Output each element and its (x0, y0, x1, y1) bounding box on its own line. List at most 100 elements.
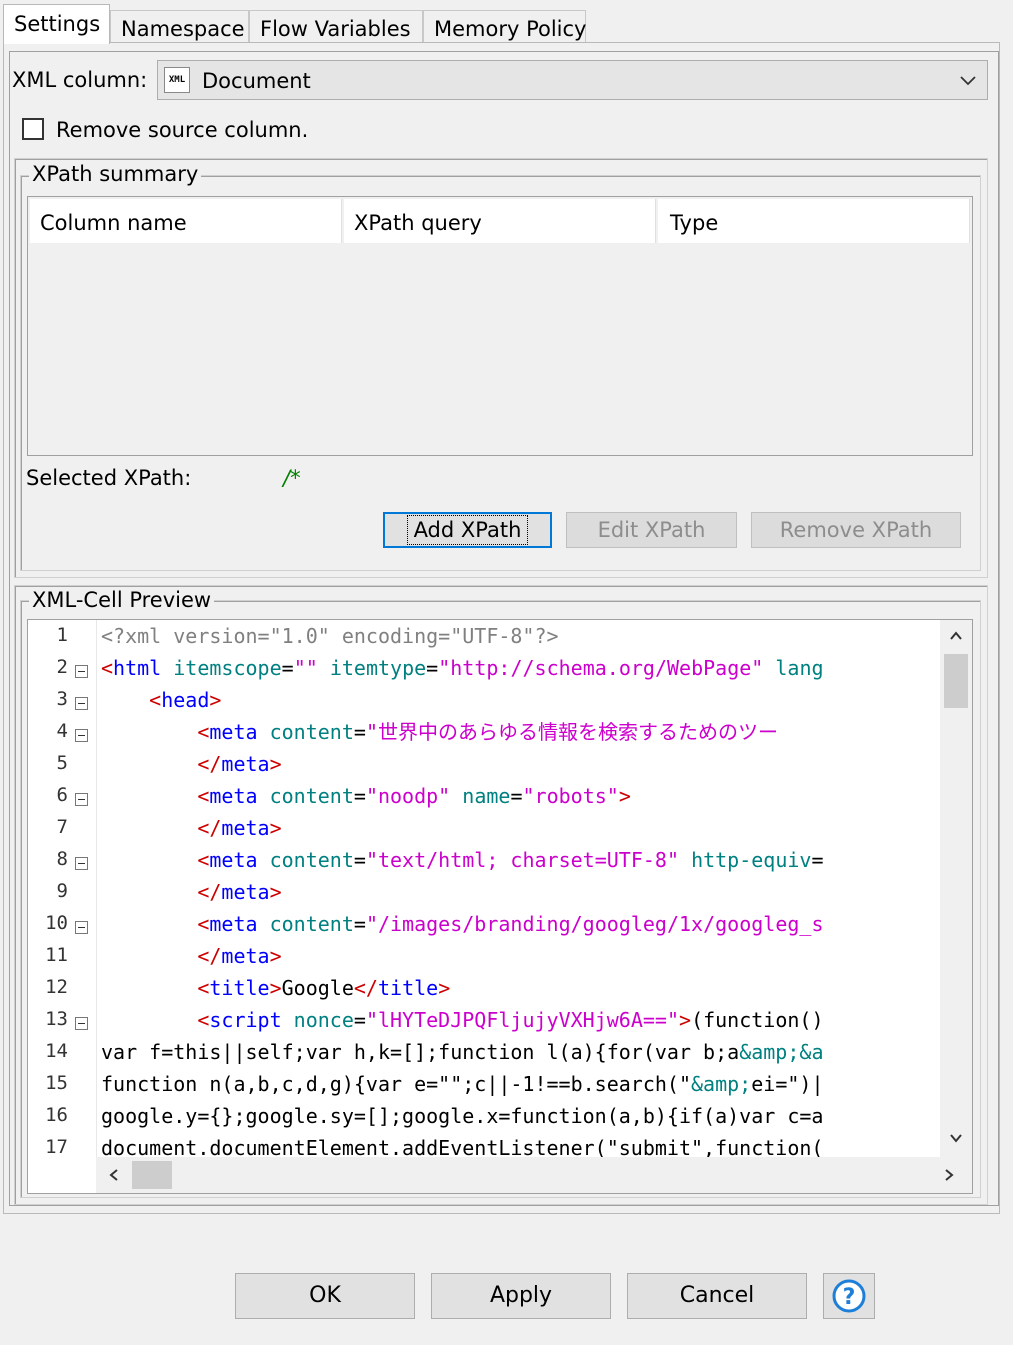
selected-xpath-label: Selected XPath: (26, 466, 192, 490)
help-glyph: ? (843, 1285, 856, 1310)
remove-xpath-button[interactable]: Remove XPath (751, 512, 961, 548)
code-token: function n(a,b,c,d,g){var e="";c||-1!==b… (101, 1072, 692, 1096)
code-token: </ (353, 976, 378, 1000)
xpath-table[interactable]: Column name XPath query Type (27, 196, 973, 456)
fold-toggle-icon[interactable] (75, 857, 88, 870)
xml-column-select[interactable]: XML Document (157, 60, 988, 100)
code-line: var f=this||self;var h,k=[];function l(a… (101, 1036, 824, 1068)
code-token: html (113, 656, 162, 680)
fold-toggle-icon[interactable] (75, 729, 88, 742)
code-token: title (377, 976, 439, 1000)
code-line: </meta> (101, 812, 281, 844)
line-number: 17 (45, 1136, 68, 1158)
code-line: <meta content="世界中のあらゆる情報を検索するためのツー (101, 716, 778, 748)
fold-toggle-icon[interactable] (75, 793, 88, 806)
code-line: <meta content="text/html; charset=UTF-8"… (101, 844, 823, 876)
scroll-right-icon[interactable] (941, 1167, 957, 1183)
line-number: 6 (56, 784, 68, 806)
tab-memory-policy[interactable]: Memory Policy (423, 10, 587, 42)
remove-source-checkbox[interactable] (22, 118, 44, 140)
code-token: script (209, 1008, 282, 1032)
xml-column-value: Document (202, 69, 311, 93)
code-token: > (269, 944, 282, 968)
column-header-label: XPath query (354, 211, 482, 235)
code-token: = (353, 1008, 366, 1032)
edit-xpath-button[interactable]: Edit XPath (566, 512, 737, 548)
chevron-down-icon (960, 76, 976, 86)
line-number: 2 (56, 656, 68, 678)
add-xpath-button[interactable]: Add XPath (383, 512, 552, 548)
code-token: < (197, 1008, 210, 1032)
add-xpath-label: Add XPath (406, 515, 529, 545)
scroll-left-icon[interactable] (106, 1167, 122, 1183)
column-header-name[interactable]: Column name (30, 199, 342, 243)
column-header-type[interactable]: Type (658, 199, 970, 243)
scroll-up-icon[interactable] (948, 628, 964, 644)
code-token: > (618, 784, 631, 808)
cancel-button[interactable]: Cancel (627, 1273, 807, 1319)
xml-preview-legend: XML-Cell Preview (29, 588, 215, 612)
code-line: <head> (101, 684, 221, 716)
apply-button[interactable]: Apply (431, 1273, 611, 1319)
vertical-scrollbar[interactable] (940, 620, 972, 1157)
fold-toggle-icon[interactable] (75, 665, 88, 678)
code-line: <script nonce="lHYTeDJPQFljujyVXHjw6A=="… (101, 1004, 823, 1036)
ok-label: OK (309, 1283, 341, 1308)
remove-source-label[interactable]: Remove source column. (56, 118, 308, 142)
ok-button[interactable]: OK (235, 1273, 415, 1319)
tab-label: Settings (14, 12, 101, 36)
fold-toggle-icon[interactable] (75, 1017, 88, 1030)
code-token: Google (281, 976, 354, 1000)
column-header-label: Column name (40, 211, 187, 235)
fold-toggle-icon[interactable] (75, 697, 88, 710)
remove-xpath-label: Remove XPath (779, 518, 933, 542)
help-button[interactable]: ? (823, 1273, 875, 1319)
code-token: ei=")| (751, 1072, 824, 1096)
code-token: "text/html; charset=UTF-8" (365, 848, 680, 872)
apply-label: Apply (489, 1283, 553, 1308)
scroll-down-icon[interactable] (948, 1130, 964, 1146)
horizontal-scrollbar[interactable] (96, 1157, 972, 1193)
horizontal-scroll-thumb[interactable] (132, 1161, 172, 1189)
vertical-scroll-thumb[interactable] (944, 654, 968, 708)
fold-toggle-icon[interactable] (75, 921, 88, 934)
line-number: 16 (45, 1104, 68, 1126)
code-token: meta (221, 816, 270, 840)
code-token: meta (209, 848, 258, 872)
tab-flow-variables[interactable]: Flow Variables (249, 10, 423, 42)
code-token: meta (209, 784, 258, 808)
code-token: http-equiv (691, 848, 812, 872)
code-token: "robots" (522, 784, 619, 808)
code-line: <meta content="/images/branding/googleg/… (101, 908, 823, 940)
code-token: itemtype (329, 656, 427, 680)
code-token: "noodp" (365, 784, 451, 808)
line-number: 7 (56, 816, 68, 838)
tab-settings[interactable]: Settings (3, 4, 110, 44)
code-token: meta (221, 944, 270, 968)
code-token: "http://schema.org/WebPage" (438, 656, 764, 680)
xml-code-editor[interactable]: 1 2 3 4 5 6 7 8 9 10 11 12 13 14 15 16 17 <?xml version=… (27, 619, 973, 1194)
tab-namespace[interactable]: Namespace (110, 10, 249, 42)
code-token: = (426, 656, 439, 680)
code-token: < (197, 976, 210, 1000)
cancel-label: Cancel (679, 1283, 755, 1308)
tab-label: Memory Policy (434, 17, 587, 41)
column-header-xpath[interactable]: XPath query (344, 199, 656, 243)
line-number: 11 (45, 944, 68, 966)
xpath-summary-legend: XPath summary (29, 162, 202, 186)
line-number-gutter: 1 2 3 4 5 6 7 8 9 10 11 12 13 14 15 16 17 (28, 620, 97, 1158)
line-number: 8 (56, 848, 68, 870)
code-token: = (353, 784, 366, 808)
code-token: </ (197, 816, 222, 840)
